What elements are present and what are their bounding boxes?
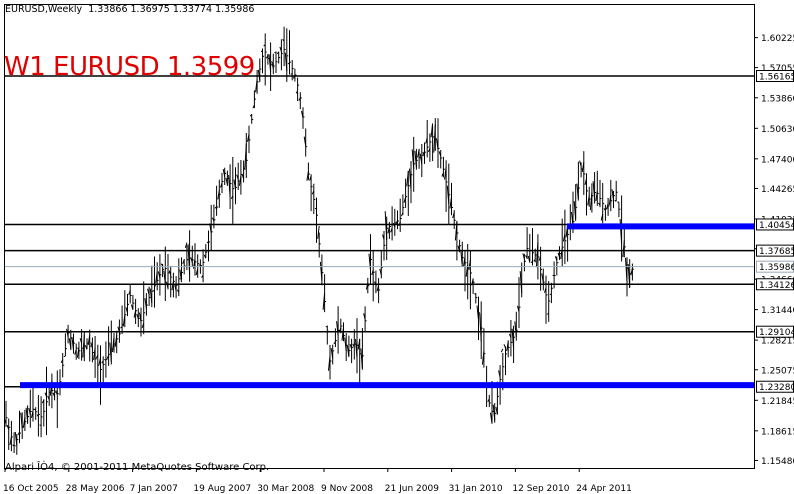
y-tick-label: 1.31440	[761, 306, 794, 316]
x-tick-label: 24 Apr 2011	[576, 484, 632, 494]
zone-bar[interactable]	[567, 223, 754, 230]
y-tick-label: 1.50630	[761, 125, 794, 135]
x-tick-label: 31 Jan 2010	[449, 484, 503, 494]
copyright-text: Alpari ÎÒ4, © 2001-2011 MetaQuotes Softw…	[5, 462, 270, 473]
y-tick-label: 1.44265	[761, 185, 794, 195]
level-price-label: 1.40454	[759, 221, 794, 231]
y-tick-label: 1.18615	[761, 427, 794, 437]
x-tick-label: 12 Sep 2010	[512, 484, 569, 494]
level-price-label: 1.37685	[759, 247, 794, 257]
level-price-label: 1.34126	[759, 281, 794, 291]
y-tick-label: 1.60225	[761, 34, 794, 44]
symbol-price-label: W1 EURUSD 1.3599	[4, 52, 255, 82]
x-tick-label: 21 Jun 2009	[385, 484, 439, 494]
x-tick-label: 28 May 2006	[66, 484, 125, 494]
x-tick-label: 19 Aug 2007	[193, 484, 251, 494]
y-tick-label: 1.15480	[761, 457, 794, 467]
level-price-label: 1.35986	[759, 263, 794, 273]
price-axis: 1.602251.570551.538601.506301.474001.442…	[754, 34, 794, 467]
level-price-label: 1.29104	[759, 328, 794, 338]
zone-bar[interactable]	[20, 382, 754, 389]
level-price-label: 1.56165	[759, 73, 794, 83]
level-price-label: 1.23280	[759, 383, 794, 393]
y-tick-label: 1.47400	[761, 155, 794, 165]
x-tick-label: 7 Jan 2007	[130, 484, 178, 494]
x-tick-label: 16 Oct 2005	[3, 484, 59, 494]
y-tick-label: 1.21845	[761, 397, 794, 407]
symbol-header: EURUSD,Weekly 1.33866 1.36975 1.33774 1.…	[5, 4, 255, 15]
y-tick-label: 1.53860	[761, 94, 794, 104]
x-tick-label: 30 Mar 2008	[257, 484, 314, 494]
y-tick-label: 1.25075	[761, 366, 794, 376]
x-tick-label: 9 Nov 2008	[321, 484, 373, 494]
